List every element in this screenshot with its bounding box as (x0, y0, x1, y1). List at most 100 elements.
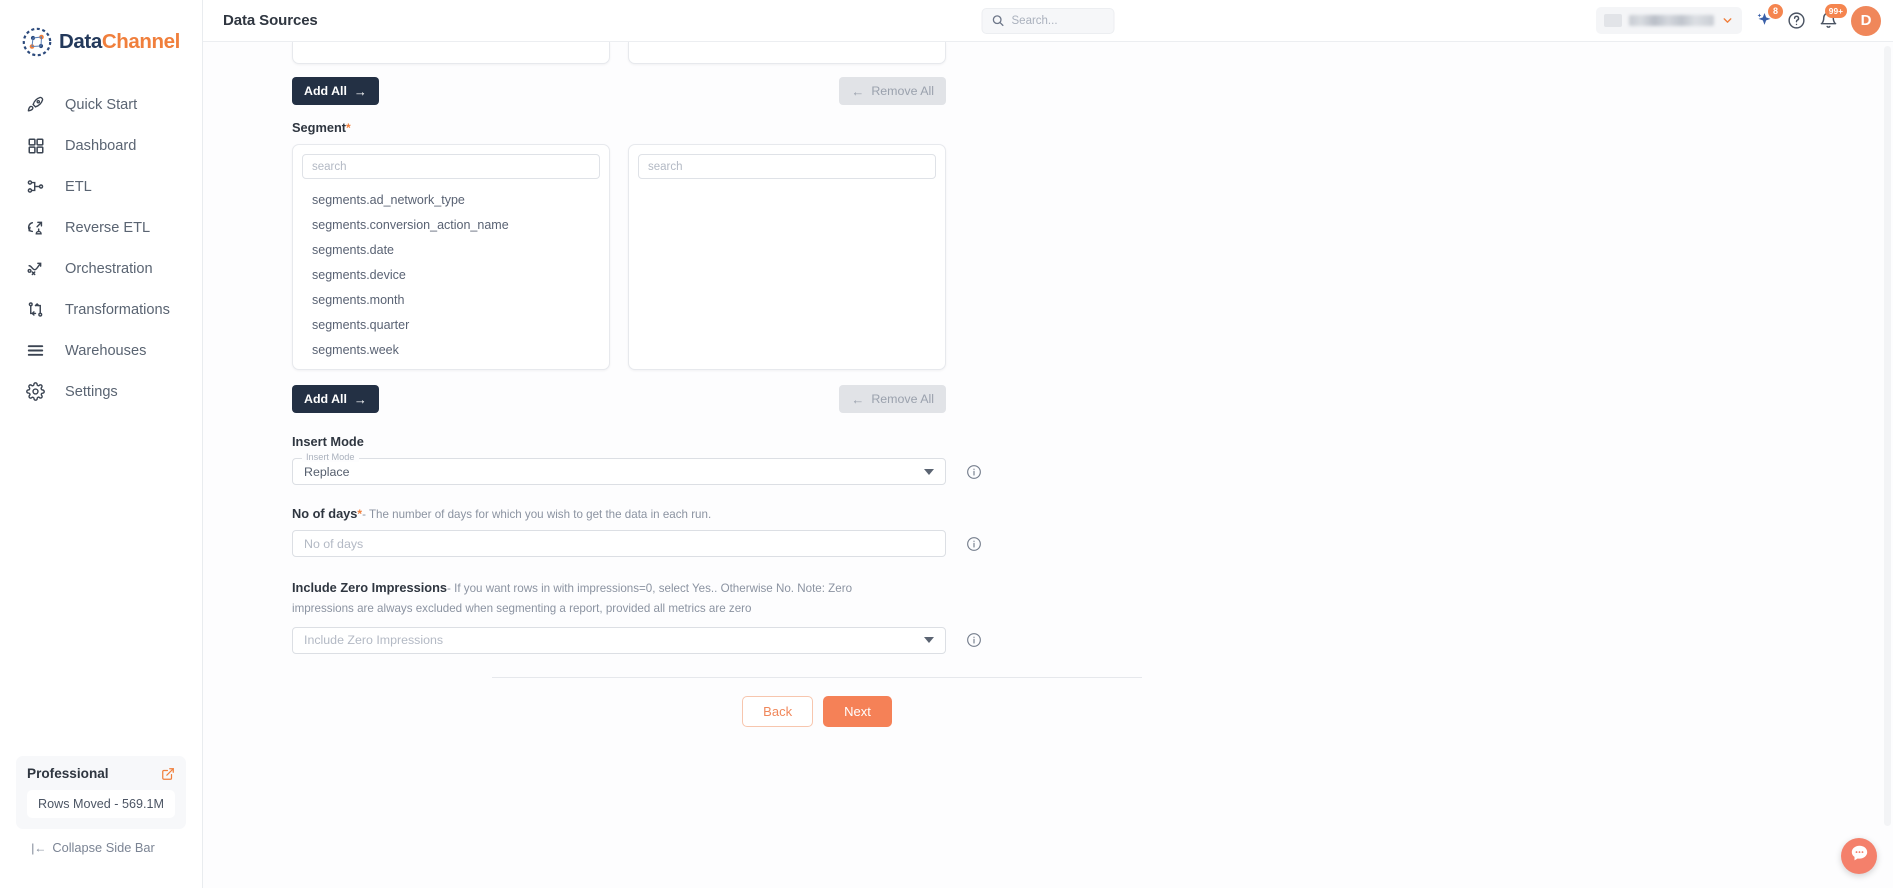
list-item[interactable]: segments.month (302, 287, 596, 312)
sidebar-item-label: Settings (65, 383, 118, 400)
datachannel-logo-icon (22, 27, 52, 57)
warehouse-stack-icon (24, 339, 47, 362)
remove-all-label: Remove All (871, 392, 934, 406)
help-circle-icon (1787, 11, 1806, 30)
arrow-left-icon: ← (851, 391, 865, 407)
help-button[interactable] (1787, 11, 1806, 30)
reverse-etl-icon (24, 216, 47, 239)
account-selector[interactable] (1596, 7, 1742, 34)
insert-mode-label: Insert Mode (292, 434, 364, 449)
account-logo-icon (1604, 14, 1622, 27)
search-input[interactable] (1011, 14, 1105, 27)
sidebar-nav: Quick Start Dashboard ETL Reverse ETL Or… (8, 84, 202, 412)
no-of-days-row (292, 530, 1893, 557)
sidebar-item-transformations[interactable]: Transformations (8, 289, 202, 330)
info-circle-icon[interactable] (966, 536, 982, 552)
metrics-transfer-buttons: Add All → ← Remove All (292, 77, 946, 105)
external-link-icon[interactable] (161, 767, 175, 781)
segment-selected-search-input[interactable] (638, 154, 936, 179)
sidebar-item-label: Reverse ETL (65, 219, 151, 236)
include-zero-impressions-select[interactable]: Include Zero Impressions (292, 626, 946, 654)
arrow-right-icon: → (353, 83, 367, 99)
segment-field-label: Segment* (292, 120, 1893, 135)
chevron-down-icon (924, 468, 934, 475)
segment-available-search-input[interactable] (302, 154, 600, 179)
chat-bubble-icon (1849, 843, 1870, 869)
remove-all-metrics-button[interactable]: ← Remove All (839, 77, 946, 105)
remove-all-segments-button[interactable]: ← Remove All (839, 385, 946, 413)
data-source-form: Add All → ← Remove All Segment* search s… (203, 42, 1893, 727)
no-of-days-label: No of days*- The number of days for whic… (292, 506, 1893, 521)
sidebar-item-settings[interactable]: Settings (8, 371, 202, 412)
sidebar-item-dashboard[interactable]: Dashboard (8, 125, 202, 166)
orchestration-icon (24, 257, 47, 280)
segment-selected-panel (628, 144, 946, 370)
list-item[interactable]: segments.date (302, 237, 596, 262)
chevron-down-icon (1721, 14, 1734, 27)
ai-assistant-button[interactable]: 8 (1755, 4, 1783, 30)
insert-mode-select[interactable]: Insert Mode Replace (292, 452, 946, 485)
arrow-left-icon: ← (851, 83, 865, 99)
chat-support-button[interactable] (1841, 838, 1877, 874)
list-item[interactable]: segments.quarter (302, 312, 596, 337)
search-icon (992, 14, 1005, 27)
list-item[interactable]: segments.ad_network_type (302, 187, 596, 212)
collapse-sidebar-button[interactable]: |← Collapse Side Bar (0, 840, 186, 855)
info-circle-icon[interactable] (966, 632, 982, 648)
sidebar-item-etl[interactable]: ETL (8, 166, 202, 207)
brand-wordmark: DataChannel (59, 30, 180, 54)
insert-mode-legend: Insert Mode (302, 452, 359, 463)
add-all-label: Add All (304, 84, 347, 98)
next-button[interactable]: Next (823, 695, 892, 727)
include-zero-impressions-row: Include Zero Impressions (292, 626, 1893, 654)
sidebar-item-warehouses[interactable]: Warehouses (8, 330, 202, 371)
list-item[interactable]: segments.conversion_action_name (302, 212, 596, 237)
top-header: Data Sources Search... 8 99+ D (203, 0, 1893, 42)
page-scrollbar[interactable] (1884, 46, 1891, 826)
global-search[interactable] (981, 7, 1115, 34)
previous-panel-right (628, 42, 946, 64)
notification-badge: 99+ (1824, 4, 1847, 19)
sidebar-item-reverse-etl[interactable]: Reverse ETL (8, 207, 202, 248)
segment-selected-list[interactable] (638, 187, 936, 369)
list-item[interactable]: segments.week (302, 337, 596, 362)
ai-badge: 8 (1768, 4, 1783, 19)
app-window: DataChannel Quick Start Dashboard ETL Re… (0, 0, 1893, 888)
grid-icon (24, 134, 47, 157)
list-item[interactable]: segments.year (302, 362, 596, 370)
chevron-down-icon (924, 637, 934, 644)
etl-flow-icon (24, 175, 47, 198)
info-circle-icon[interactable] (966, 464, 982, 480)
add-all-metrics-button[interactable]: Add All → (292, 77, 379, 105)
list-item[interactable]: segments.device (302, 262, 596, 287)
sidebar-item-label: Orchestration (65, 260, 153, 277)
cutoff-panels-row (292, 42, 1893, 64)
no-of-days-label-text: No of days (292, 506, 358, 521)
avatar[interactable]: D (1851, 5, 1881, 36)
sidebar-item-label: Dashboard (65, 137, 137, 154)
collapse-left-icon: |← (31, 840, 47, 855)
segment-label-text: Segment (292, 120, 347, 135)
notifications-button[interactable]: 99+ (1819, 4, 1847, 30)
no-of-days-input[interactable] (292, 530, 946, 557)
footer-divider (492, 676, 1142, 678)
header-actions: 8 99+ D (1596, 4, 1881, 36)
insert-mode-value: Replace (304, 464, 350, 479)
remove-all-label: Remove All (871, 84, 934, 98)
brand-text-secondary: Channel (101, 30, 180, 53)
sidebar-item-label: Transformations (65, 301, 170, 318)
account-name-redacted (1629, 15, 1714, 26)
main-region: Data Sources Search... 8 99+ D Add All →… (203, 0, 1893, 888)
brand-logo[interactable]: DataChannel (8, 0, 202, 62)
sidebar-item-label: ETL (65, 178, 92, 195)
sidebar-item-orchestration[interactable]: Orchestration (8, 248, 202, 289)
add-all-segments-button[interactable]: Add All → (292, 385, 379, 413)
previous-panel-left (292, 42, 610, 64)
sidebar-item-quick-start[interactable]: Quick Start (8, 84, 202, 125)
back-button[interactable]: Back (742, 695, 814, 727)
segment-dual-list: segments.ad_network_type segments.conver… (292, 144, 1893, 370)
sidebar: DataChannel Quick Start Dashboard ETL Re… (0, 0, 203, 888)
brand-text-primary: Data (59, 30, 102, 53)
segment-available-list[interactable]: segments.ad_network_type segments.conver… (302, 187, 600, 370)
collapse-sidebar-label: Collapse Side Bar (52, 840, 155, 855)
